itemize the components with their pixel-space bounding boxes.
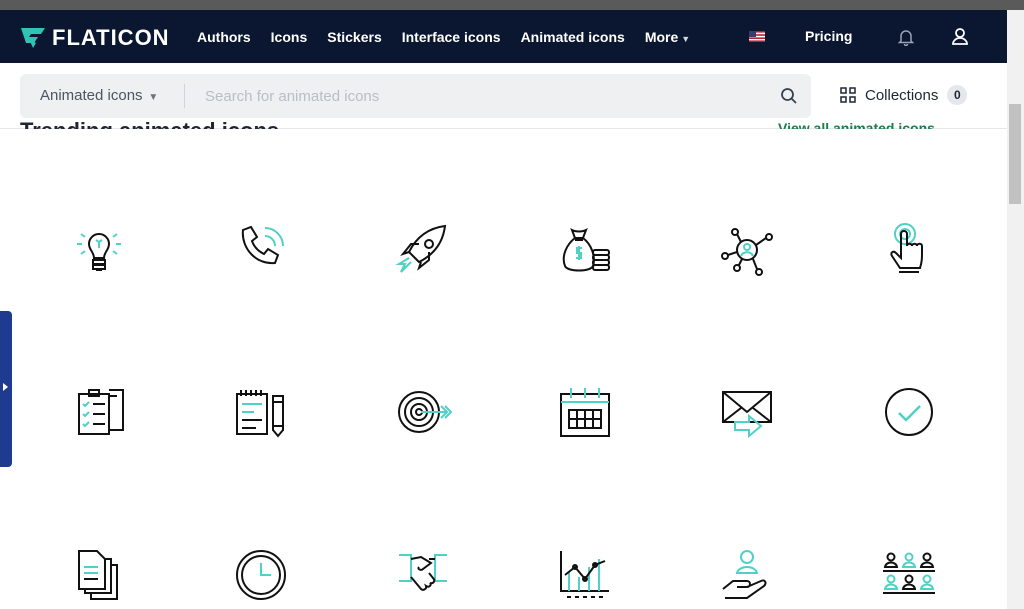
section-title: Trending animated icons [20,118,279,129]
rocket-icon[interactable] [393,220,453,280]
user-account-icon[interactable] [951,27,969,45]
us-flag-icon[interactable] [749,31,765,42]
nav-more-label: More [644,28,679,45]
chevron-down-icon: ▼ [681,33,691,44]
collections-label: Collections [865,86,939,104]
nav-authors[interactable]: Authors [197,29,251,45]
scrollbar-thumb[interactable] [1009,104,1021,204]
nav-more[interactable]: More ▼ [645,29,690,45]
notepad-pencil-icon[interactable] [231,382,291,442]
search-icon[interactable] [780,87,798,105]
network-user-icon[interactable] [717,220,777,280]
search-bar: Animated icons ▼ [20,74,811,118]
section-header: Trending animated icons View all animate… [20,118,1000,129]
search-type-dropdown[interactable]: Animated icons ▼ [40,74,158,118]
page-scrollbar[interactable] [1007,10,1024,609]
search-divider [184,84,185,108]
line-chart-icon[interactable] [555,545,615,605]
phone-call-icon[interactable] [231,220,291,280]
nav-stickers[interactable]: Stickers [327,29,381,45]
pricing-link[interactable]: Pricing [805,10,852,63]
money-bag-coins-icon[interactable] [555,220,615,280]
nav-interface-icons[interactable]: Interface icons [402,29,501,45]
brand-name: FLATICON [52,25,170,50]
check-circle-icon[interactable] [879,382,939,442]
nav-animated-icons[interactable]: Animated icons [521,29,625,45]
flaticon-logo-icon [21,28,45,48]
view-all-link[interactable]: View all animated icons → [778,120,953,129]
documents-icon[interactable] [69,545,129,605]
handshake-icon[interactable] [393,545,453,605]
calendar-icon[interactable] [555,382,615,442]
tap-hand-icon[interactable] [879,220,939,280]
arrow-right-icon: → [938,120,953,129]
flaticon-logo[interactable]: FLATICON [20,25,170,51]
view-all-label: View all animated icons [778,120,935,129]
team-icon[interactable] [879,545,939,605]
search-input[interactable] [195,81,775,111]
side-panel-toggle[interactable] [0,311,12,467]
hand-user-icon[interactable] [717,545,777,605]
top-navigation: FLATICON Authors Icons Stickers Interfac… [0,10,1007,63]
main-nav: Authors Icons Stickers Interface icons A… [197,10,690,63]
browser-top-strip [0,0,1024,10]
email-send-icon[interactable] [717,382,777,442]
lightbulb-icon[interactable] [69,220,129,280]
collections-button[interactable]: Collections 0 [840,85,968,105]
clock-icon[interactable] [231,545,291,605]
bell-icon[interactable] [897,28,915,46]
chevron-down-icon: ▼ [145,92,159,103]
nav-icons[interactable]: Icons [271,29,308,45]
search-type-label: Animated icons [40,87,143,104]
target-arrow-icon[interactable] [393,382,453,442]
grid-icon [840,87,856,103]
clipboard-checklist-icon[interactable] [69,382,129,442]
collections-count-badge: 0 [947,85,968,105]
